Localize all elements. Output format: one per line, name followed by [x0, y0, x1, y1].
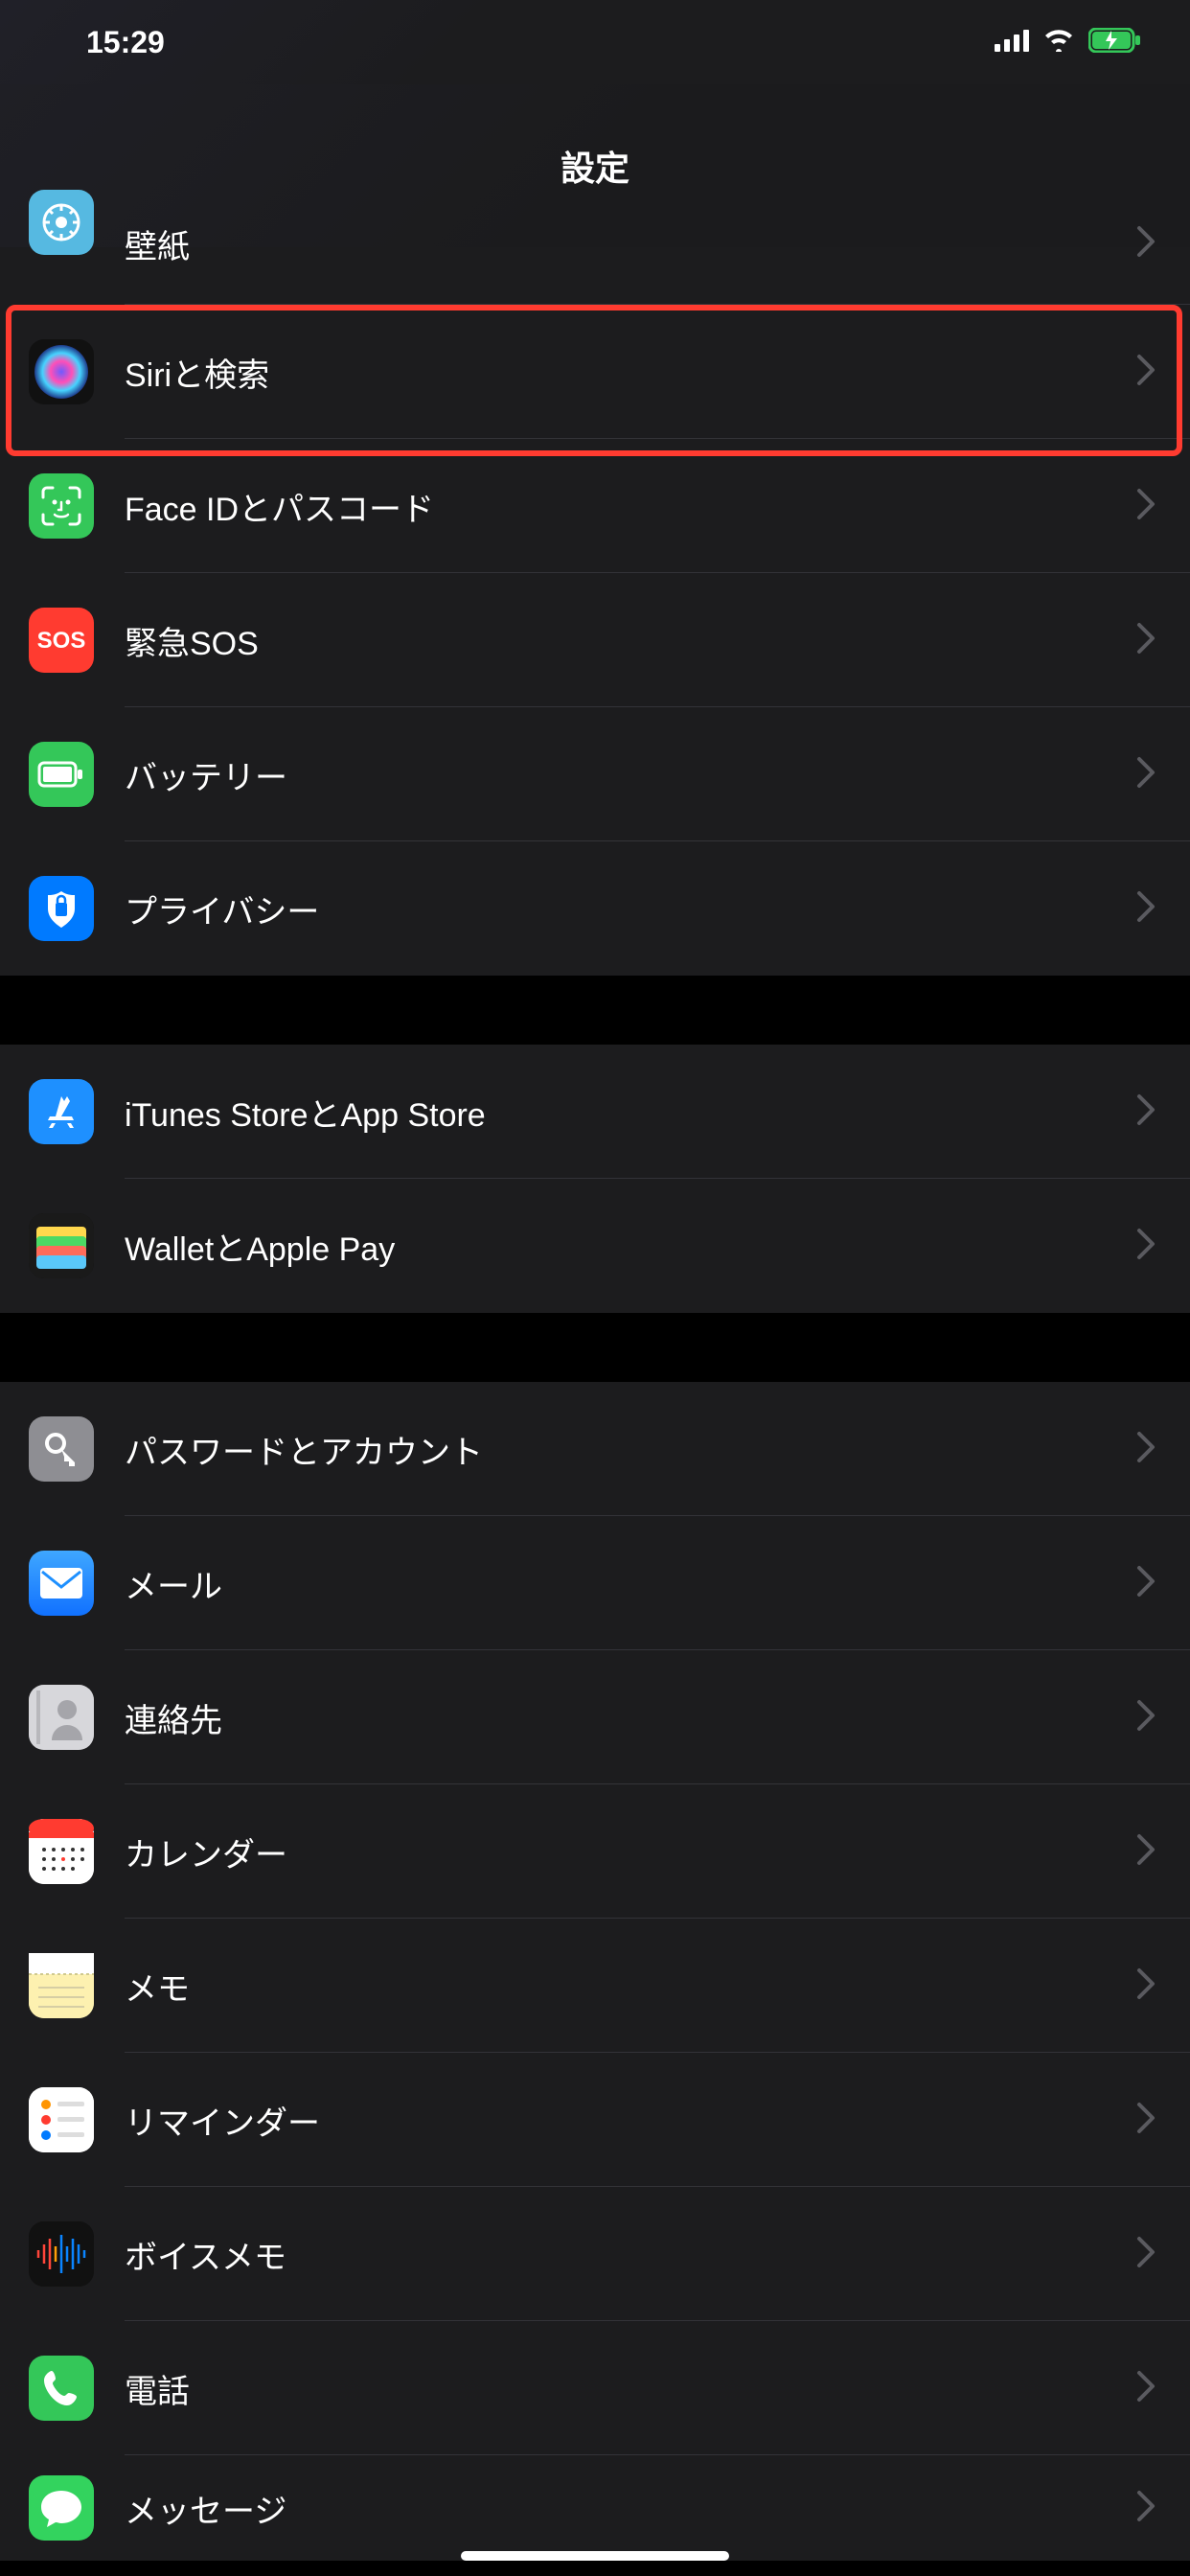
- reminders-icon: [29, 2087, 94, 2152]
- svg-text:SOS: SOS: [37, 628, 86, 654]
- passwords-icon: [29, 1416, 94, 1482]
- section-gap: [0, 1313, 1190, 1382]
- sos-icon: SOS: [29, 608, 94, 673]
- chevron-right-icon: [1135, 755, 1156, 794]
- cellular-icon: [995, 29, 1029, 57]
- settings-row-battery[interactable]: バッテリー: [0, 707, 1190, 841]
- chevron-right-icon: [1135, 2369, 1156, 2408]
- wallet-icon: [29, 1213, 94, 1278]
- row-label: メモ: [125, 1963, 1135, 2010]
- settings-section: 壁紙 Siriと検索 Face IDとパスコード SOS 緊急SOS バッテリープライバシ…: [0, 247, 1190, 976]
- chevron-right-icon: [1135, 1430, 1156, 1469]
- settings-row-wallpaper[interactable]: 壁紙: [0, 247, 1190, 305]
- settings-section: パスワードとアカウントメール連絡先カレンダーメモリマインダーボイスメモ電話メッセ…: [0, 1382, 1190, 2561]
- chevron-right-icon: [1135, 1227, 1156, 1266]
- chevron-right-icon: [1135, 1698, 1156, 1737]
- chevron-right-icon: [1135, 2489, 1156, 2528]
- settings-row-appstore[interactable]: iTunes StoreとApp Store: [0, 1045, 1190, 1179]
- chevron-right-icon: [1135, 1966, 1156, 2006]
- row-label: WalletとApple Pay: [125, 1223, 1135, 1270]
- home-indicator[interactable]: [461, 2551, 729, 2561]
- settings-row-phone[interactable]: 電話: [0, 2321, 1190, 2455]
- status-bar: 15:29: [0, 0, 1190, 84]
- messages-icon: [29, 2475, 94, 2541]
- notes-icon: [29, 1953, 94, 2018]
- row-label: Face IDとパスコード: [125, 483, 1135, 530]
- settings-row-mail[interactable]: メール: [0, 1516, 1190, 1650]
- chevron-right-icon: [1135, 224, 1156, 264]
- mail-icon: [29, 1551, 94, 1616]
- appstore-icon: [29, 1079, 94, 1144]
- wallpaper-icon: [29, 190, 94, 255]
- row-label: ボイスメモ: [125, 2231, 1135, 2278]
- settings-row-messages[interactable]: メッセージ: [0, 2455, 1190, 2561]
- privacy-icon: [29, 876, 94, 941]
- settings-row-notes[interactable]: メモ: [0, 1919, 1190, 2053]
- row-label: 連絡先: [125, 1694, 1135, 1741]
- row-label: カレンダー: [125, 1828, 1135, 1875]
- status-time: 15:29: [86, 25, 165, 60]
- settings-row-faceid[interactable]: Face IDとパスコード: [0, 439, 1190, 573]
- chevron-right-icon: [1135, 353, 1156, 392]
- settings-row-passwords[interactable]: パスワードとアカウント: [0, 1382, 1190, 1516]
- page-title: 設定: [561, 141, 629, 191]
- voicememos-icon: [29, 2221, 94, 2287]
- row-label: バッテリー: [125, 751, 1135, 798]
- chevron-right-icon: [1135, 1564, 1156, 1603]
- chevron-right-icon: [1135, 889, 1156, 929]
- row-label: iTunes StoreとApp Store: [125, 1089, 1135, 1136]
- battery-charging-icon: [1088, 28, 1142, 58]
- faceid-icon: [29, 473, 94, 539]
- phone-icon: [29, 2356, 94, 2421]
- wifi-icon: [1042, 29, 1075, 57]
- chevron-right-icon: [1135, 2235, 1156, 2274]
- row-label: メッセージ: [125, 2485, 1135, 2532]
- contacts-icon: [29, 1685, 94, 1750]
- siri-icon: [29, 339, 94, 404]
- chevron-right-icon: [1135, 1832, 1156, 1872]
- settings-row-siri[interactable]: Siriと検索: [0, 305, 1190, 439]
- settings-row-reminders[interactable]: リマインダー: [0, 2053, 1190, 2187]
- settings-section: iTunes StoreとApp Store WalletとApple Pay: [0, 1045, 1190, 1313]
- battery-icon: [29, 742, 94, 807]
- row-label: メール: [125, 1560, 1135, 1607]
- row-label: Siriと検索: [125, 349, 1135, 396]
- settings-row-contacts[interactable]: 連絡先: [0, 1650, 1190, 1784]
- row-label: 緊急SOS: [125, 617, 1135, 664]
- chevron-right-icon: [1135, 621, 1156, 660]
- settings-row-calendar[interactable]: カレンダー: [0, 1784, 1190, 1919]
- settings-row-voicememos[interactable]: ボイスメモ: [0, 2187, 1190, 2321]
- calendar-icon: [29, 1819, 94, 1884]
- row-label: プライバシー: [125, 886, 1135, 932]
- row-label: リマインダー: [125, 2097, 1135, 2144]
- chevron-right-icon: [1135, 1092, 1156, 1132]
- section-gap: [0, 976, 1190, 1045]
- settings-row-sos[interactable]: SOS 緊急SOS: [0, 573, 1190, 707]
- status-icons: [995, 28, 1142, 58]
- settings-row-wallet[interactable]: WalletとApple Pay: [0, 1179, 1190, 1313]
- row-label: 電話: [125, 2365, 1135, 2412]
- row-label: パスワードとアカウント: [125, 1426, 1135, 1473]
- settings-row-privacy[interactable]: プライバシー: [0, 841, 1190, 976]
- chevron-right-icon: [1135, 487, 1156, 526]
- chevron-right-icon: [1135, 2101, 1156, 2140]
- row-label: 壁紙: [125, 220, 1135, 267]
